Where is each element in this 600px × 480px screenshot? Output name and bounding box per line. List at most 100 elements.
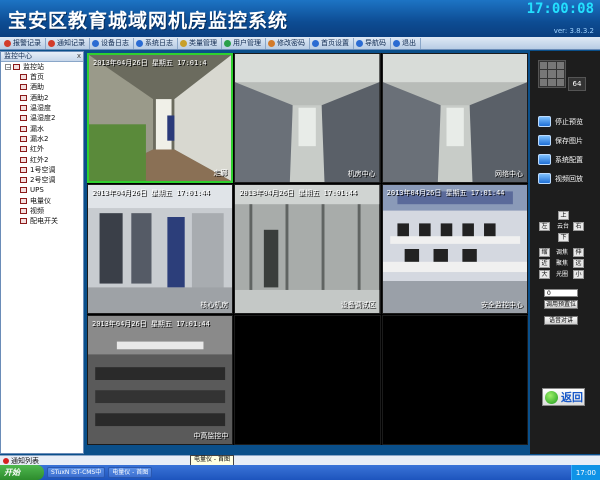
toolbar-item-4[interactable]: 类量管理 xyxy=(178,37,222,49)
toolbar-item-0[interactable]: 报警记录 xyxy=(2,37,46,49)
video-caption: 安全监控中心 xyxy=(480,301,523,309)
zoom-in-button[interactable]: 伸 xyxy=(573,248,584,257)
tree-root-label: 监控站 xyxy=(23,63,44,71)
back-button[interactable]: 返回 xyxy=(542,388,585,406)
tree-item[interactable]: 酒助 xyxy=(1,82,83,92)
toolbar-item-1[interactable]: 通知记录 xyxy=(46,37,90,49)
device-node-icon xyxy=(20,156,27,163)
ptz-down-button[interactable]: 下 xyxy=(558,233,569,242)
toolbar-item-2[interactable]: 设备日志 xyxy=(90,37,134,49)
tree-item[interactable]: 1号空调 xyxy=(1,165,83,175)
user-manage-icon xyxy=(224,39,231,47)
camera-feed-image xyxy=(382,54,527,182)
call-preset-button[interactable]: 调用预置位 xyxy=(544,300,578,309)
device-node-icon xyxy=(20,166,27,173)
tree-item[interactable]: 电量仪 xyxy=(1,196,83,206)
video-caption: 网络中心 xyxy=(494,170,523,178)
toolbar-item-3[interactable]: 系统日志 xyxy=(134,37,178,49)
alarm-record-icon xyxy=(4,39,11,47)
ptz-up-button[interactable]: 上 xyxy=(558,211,569,220)
tree-item[interactable]: UPS xyxy=(1,185,83,195)
tree-item[interactable]: 首页 xyxy=(1,72,83,82)
toolbar-item-label: 系统日志 xyxy=(145,39,173,47)
system-tray: 17:00 xyxy=(570,465,600,480)
tree-item[interactable]: 酒助2 xyxy=(1,93,83,103)
iris-close-button[interactable]: 小 xyxy=(573,270,584,279)
taskbar-item-cms[interactable]: STuxN iST-CMS中 xyxy=(47,467,106,478)
stop-preview-button[interactable]: 停止预览 xyxy=(538,116,583,127)
ptz-left-button[interactable]: 左 xyxy=(539,222,550,231)
tree-item[interactable]: 红外 xyxy=(1,144,83,154)
camera-feed-image xyxy=(235,54,380,182)
tree-item[interactable]: 漏水 xyxy=(1,123,83,133)
iris-open-button[interactable]: 大 xyxy=(539,270,550,279)
tree-root[interactable]: − 监控站 xyxy=(1,62,83,72)
tree-item[interactable]: 温湿度2 xyxy=(1,113,83,123)
video-caption: 设备调试区 xyxy=(340,301,376,309)
toolbar-item-label: 修改密码 xyxy=(277,39,305,47)
exit-icon xyxy=(393,39,400,47)
video-tile-4[interactable]: 2013年04月26日 星期五 17:01:44 核心机房 xyxy=(87,184,234,314)
video-playback-button[interactable]: 视频回放 xyxy=(538,173,583,184)
close-icon[interactable]: x xyxy=(77,52,81,61)
start-button[interactable]: 开始 xyxy=(0,465,44,480)
focus-far-button[interactable]: 远 xyxy=(573,259,584,268)
device-node-icon xyxy=(20,74,27,81)
video-tile-9[interactable] xyxy=(381,315,528,445)
system-log-icon xyxy=(136,39,143,47)
layout-grid-selector-icon[interactable] xyxy=(538,60,566,88)
app-header: 宝安区教育城域网机房监控系统 17:00:08 ver: 3.8.3.2 xyxy=(0,0,600,37)
toolbar-item-9[interactable]: 退出 xyxy=(391,37,421,49)
device-node-icon xyxy=(20,146,27,153)
preset-input[interactable]: 0 xyxy=(544,289,578,297)
notify-icon xyxy=(3,458,9,464)
toolbar-item-8[interactable]: 导航码 xyxy=(354,37,391,49)
device-node-icon xyxy=(20,105,27,112)
device-node-icon xyxy=(20,187,27,194)
taskbar-item-meter[interactable]: 电量仪 - 首图 xyxy=(108,467,153,478)
ptz-right-button[interactable]: 右 xyxy=(573,222,584,231)
tree-item-label: 酒助2 xyxy=(30,93,49,102)
video-tile-5[interactable]: 2013年04月26日 星期五 17:01:44 设备调试区 xyxy=(234,184,381,314)
tree-item-label: 首页 xyxy=(30,73,44,82)
toolbar-item-5[interactable]: 用户管理 xyxy=(222,37,266,49)
tree-item-label: 2号空调 xyxy=(30,176,56,185)
tree-item-label: 电量仪 xyxy=(30,196,51,205)
video-tile-3[interactable]: 网络中心 xyxy=(381,53,528,183)
video-tile-7[interactable]: 2013年04月26日 星期五 17:01:44 中高监控中 xyxy=(87,315,234,445)
toolbar-item-label: 导航码 xyxy=(365,39,386,47)
tree-item[interactable]: 2号空调 xyxy=(1,175,83,185)
password-icon xyxy=(268,39,275,47)
tree-item[interactable]: 视频 xyxy=(1,206,83,216)
video-tile-6[interactable]: 2013年04月26日 星期五 17:01:44 安全监控中心 xyxy=(381,184,528,314)
camera-feed-image xyxy=(88,185,233,313)
device-node-icon xyxy=(20,218,27,225)
toolbar-item-label: 类量管理 xyxy=(189,39,217,47)
video-timestamp: 2013年04月26日 星期五 17:01:44 xyxy=(386,189,505,197)
system-config-button[interactable]: 系统配置 xyxy=(538,154,583,165)
video-caption: 中高监控中 xyxy=(193,432,229,440)
tree-item-label: 酒助 xyxy=(30,83,44,92)
toolbar-item-7[interactable]: 首页设置 xyxy=(310,37,354,49)
device-node-icon xyxy=(20,94,27,101)
collapse-icon[interactable]: − xyxy=(5,64,11,71)
tree-item[interactable]: 红外2 xyxy=(1,154,83,164)
video-tile-8[interactable] xyxy=(234,315,381,445)
video-caption: 核心机房 xyxy=(200,301,229,309)
save-image-button[interactable]: 保存图片 xyxy=(538,135,583,146)
focus-near-button[interactable]: 近 xyxy=(539,259,550,268)
tree-item[interactable]: 配电开关 xyxy=(1,216,83,226)
tree-item[interactable]: 温湿度 xyxy=(1,103,83,113)
tree-item[interactable]: 漏水2 xyxy=(1,134,83,144)
video-tile-1[interactable]: 2013年04月26日 星期五 17:01:4 走廊 xyxy=(87,53,234,183)
video-tile-2[interactable]: 机房中心 xyxy=(234,53,381,183)
tree-item-label: 1号空调 xyxy=(30,165,56,174)
voice-intercom-button[interactable]: 语音对讲 xyxy=(544,316,578,325)
layout-64-button[interactable]: 64 xyxy=(568,77,586,91)
system-config-icon xyxy=(538,154,551,165)
main-toolbar: 报警记录 通知记录 设备日志 系统日志 类量管理 用户管理 修改密码 首页设置 导航码 退出 xyxy=(0,37,600,50)
zoom-out-button[interactable]: 缩 xyxy=(539,248,550,257)
category-manage-icon xyxy=(180,39,187,47)
video-playback-label: 视频回放 xyxy=(555,174,583,183)
toolbar-item-6[interactable]: 修改密码 xyxy=(266,37,310,49)
